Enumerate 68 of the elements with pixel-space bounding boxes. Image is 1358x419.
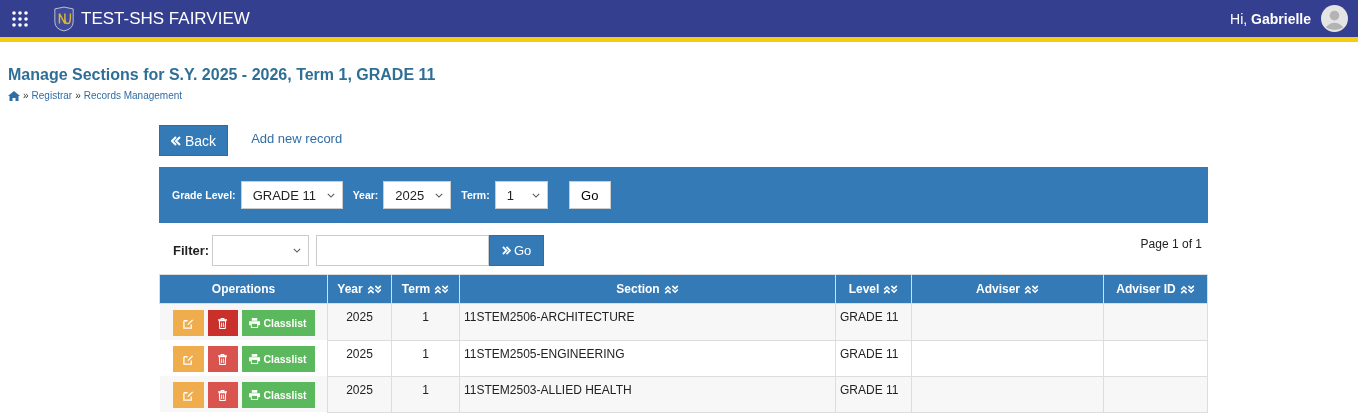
pencil-icon xyxy=(182,317,194,329)
classlist-button[interactable]: Classlist xyxy=(241,382,315,408)
go-button[interactable]: Go xyxy=(568,181,611,209)
selector-label: Grade Level: xyxy=(172,189,236,201)
sort-icon[interactable] xyxy=(1179,285,1195,294)
selector-label: Year: xyxy=(352,189,379,201)
dropdown[interactable]: 1 xyxy=(494,181,548,209)
table-cell: 11STEM2506-ARCHITECTURE xyxy=(459,303,836,340)
caret-icon xyxy=(293,248,302,253)
pencil-icon xyxy=(182,353,194,365)
table-cell: GRADE 11 xyxy=(835,376,912,412)
double-chevron-right-icon xyxy=(501,246,511,255)
printer-icon xyxy=(249,318,261,328)
trash-icon xyxy=(218,353,227,365)
column-header[interactable]: Year xyxy=(337,282,363,296)
table-cell: 2025 xyxy=(327,303,392,340)
filter-input[interactable] xyxy=(316,235,490,266)
filter-go-button[interactable]: Go xyxy=(489,235,545,266)
school-crest-icon xyxy=(53,5,75,32)
caret-icon xyxy=(531,192,540,198)
table-cell: 2025 xyxy=(327,376,392,412)
app-name: TEST-SHS FAIRVIEW xyxy=(81,8,250,29)
classlist-button[interactable]: Classlist xyxy=(241,310,315,336)
home-icon[interactable] xyxy=(8,90,20,101)
sort-icon[interactable] xyxy=(1024,285,1039,294)
user-avatar-icon[interactable] xyxy=(1321,5,1348,32)
column-header[interactable]: Level xyxy=(848,282,880,296)
caret-icon xyxy=(435,192,444,198)
sort-icon[interactable] xyxy=(434,285,450,294)
pencil-icon xyxy=(182,389,194,401)
breadcrumb-separator: » xyxy=(75,90,81,101)
table-cell: 11STEM2503-ALLIED HEALTH xyxy=(459,376,836,412)
column-header[interactable]: Adviser xyxy=(976,282,1020,296)
back-button[interactable]: Back xyxy=(159,125,229,156)
breadcrumb-link[interactable]: Registrar xyxy=(31,90,73,101)
delete-button[interactable] xyxy=(207,382,238,408)
printer-icon xyxy=(249,390,261,400)
sort-icon[interactable] xyxy=(663,285,679,294)
column-header[interactable]: Section xyxy=(616,282,660,296)
delete-button[interactable] xyxy=(207,310,238,336)
add-record-link[interactable]: Add new record xyxy=(251,131,343,146)
dropdown[interactable]: GRADE 11 xyxy=(240,181,343,209)
page-title: Manage Sections for S.Y. 2025 - 2026, Term 1, GRADE 11 xyxy=(8,66,437,84)
apps-grid-icon[interactable] xyxy=(12,10,28,27)
printer-icon xyxy=(249,354,261,364)
breadcrumb-link[interactable]: Records Management xyxy=(83,90,183,101)
table-cell: 11STEM2505-ENGINEERING xyxy=(459,340,836,376)
table-cell: 1 xyxy=(391,303,460,340)
sort-icon[interactable] xyxy=(366,285,382,294)
dropdown[interactable]: 2025 xyxy=(383,181,452,209)
user-greeting: Hi, Gabrielle xyxy=(1230,10,1311,27)
classlist-button[interactable]: Classlist xyxy=(241,346,315,372)
table-cell: GRADE 11 xyxy=(835,340,912,376)
table-cell: GRADE 11 xyxy=(835,303,912,340)
table-cell: 1 xyxy=(391,340,460,376)
breadcrumb-separator: » xyxy=(23,90,29,101)
table-cell: 2025 xyxy=(327,340,392,376)
column-header: Operations xyxy=(211,282,276,296)
filter-label: Filter: xyxy=(173,243,210,258)
sort-icon[interactable] xyxy=(883,285,899,294)
trash-icon xyxy=(218,317,227,329)
selector-label: Term: xyxy=(461,189,490,201)
table-cell: 1 xyxy=(391,376,460,412)
trash-icon xyxy=(218,389,227,401)
double-chevron-left-icon xyxy=(171,135,181,146)
caret-icon xyxy=(326,192,335,198)
delete-button[interactable] xyxy=(207,346,238,372)
page-indicator: Page 1 of 1 xyxy=(1140,237,1202,251)
